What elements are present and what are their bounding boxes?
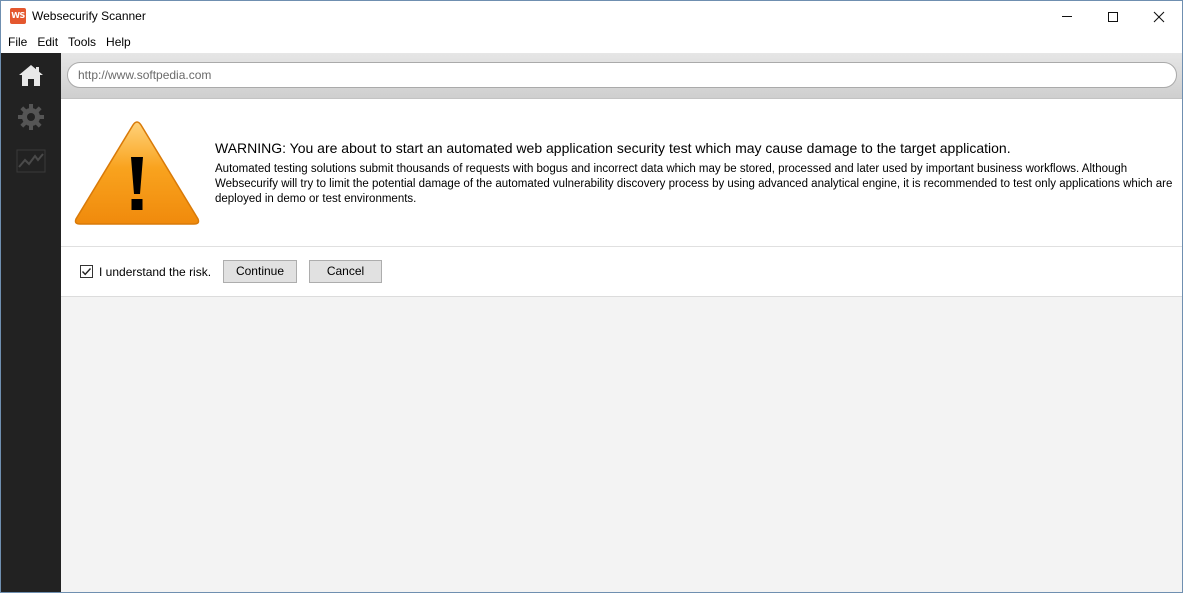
cancel-button[interactable]: Cancel [309, 260, 382, 283]
confirmation-bar: I understand the risk. Continue Cancel [61, 247, 1182, 297]
menu-bar: File Edit Tools Help [1, 32, 1182, 53]
minimize-button[interactable] [1044, 1, 1090, 32]
close-button[interactable] [1136, 1, 1182, 32]
maximize-icon [1108, 11, 1118, 22]
continue-button[interactable]: Continue [223, 260, 297, 283]
maximize-button[interactable] [1090, 1, 1136, 32]
sidebar [1, 53, 61, 592]
understand-risk-label[interactable]: I understand the risk. [99, 265, 211, 279]
main-content: WARNING: You are about to start an autom… [61, 53, 1182, 592]
sidebar-item-activity[interactable] [13, 143, 49, 179]
sidebar-item-home[interactable] [13, 57, 49, 93]
activity-chart-icon [16, 149, 46, 173]
gear-icon [18, 104, 44, 130]
warning-title: WARNING: You are about to start an autom… [215, 140, 1011, 156]
app-window: WS Websecurify Scanner File Edit Tools H… [0, 0, 1183, 593]
menu-edit[interactable]: Edit [32, 32, 63, 53]
window-title: Websecurify Scanner [32, 9, 146, 23]
sidebar-item-settings[interactable] [13, 99, 49, 135]
menu-help[interactable]: Help [101, 32, 136, 53]
warning-triangle-icon [74, 121, 200, 225]
title-bar[interactable]: WS Websecurify Scanner [1, 1, 1182, 32]
understand-risk-checkbox[interactable] [80, 265, 93, 278]
url-input[interactable] [67, 62, 1177, 88]
checkmark-icon [81, 268, 92, 276]
menu-tools[interactable]: Tools [63, 32, 101, 53]
warning-description: Automated testing solutions submit thous… [215, 163, 1173, 205]
app-logo-icon: WS [10, 8, 26, 24]
home-icon [19, 65, 43, 86]
url-toolbar [61, 53, 1182, 99]
warning-panel: WARNING: You are about to start an autom… [61, 99, 1182, 247]
close-icon [1153, 11, 1165, 22]
minimize-icon [1062, 16, 1072, 17]
menu-file[interactable]: File [3, 32, 32, 53]
